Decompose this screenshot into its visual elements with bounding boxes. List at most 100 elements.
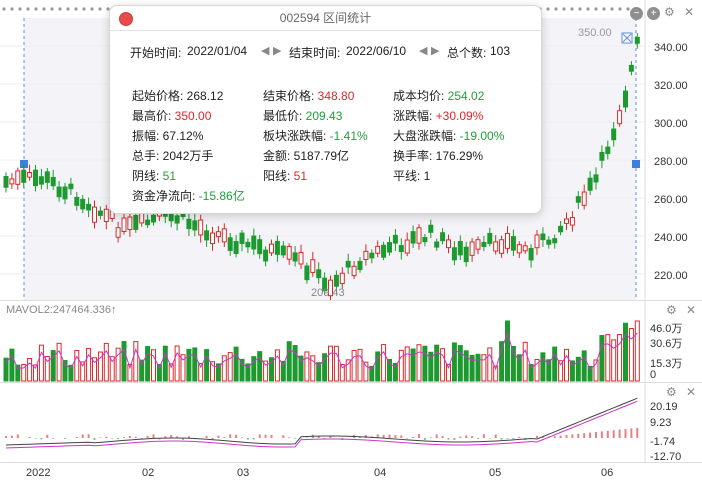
next-arrow-icon[interactable]: ▶: [273, 44, 281, 57]
marker-dot: [618, 7, 622, 11]
candle: [605, 146, 611, 155]
price-tick: 280.00: [654, 156, 688, 168]
macd-bar: [211, 438, 214, 440]
volume-bar: [540, 352, 546, 382]
close-icon[interactable]: [119, 12, 133, 26]
candle: [151, 214, 156, 223]
start-time-value[interactable]: 2022/01/04: [187, 44, 247, 58]
macd-bar: [500, 438, 503, 440]
macd-bar: [459, 436, 462, 438]
macd-bar: [630, 428, 633, 438]
marker-dot: [74, 7, 78, 11]
macd-bar: [105, 436, 108, 438]
next-arrow-icon[interactable]: ▶: [431, 44, 439, 57]
macd-bar: [494, 434, 497, 438]
price-tick: 260.00: [654, 194, 688, 206]
stat-label: 涨跌幅:: [393, 109, 433, 123]
marker-dot: [34, 7, 38, 11]
marker-dot: [18, 7, 22, 11]
prev-arrow-icon[interactable]: ◀: [261, 44, 269, 57]
candle: [440, 232, 446, 242]
macd-bar: [52, 438, 55, 439]
candle: [115, 227, 121, 238]
volume-bar: [333, 345, 339, 382]
candle: [416, 227, 422, 244]
macd-bar: [488, 438, 491, 439]
gear-icon[interactable]: ⚙: [666, 303, 677, 317]
stat-item: 阴线: 51: [132, 167, 176, 184]
macd-bar: [264, 434, 267, 438]
stat-item: 阳线: 51: [263, 167, 307, 184]
macd-bar: [441, 436, 444, 438]
volume-bar: [328, 345, 333, 382]
gear-icon[interactable]: ⚙: [664, 5, 675, 19]
stat-value: -19.00%: [456, 129, 505, 143]
close-icon[interactable]: ✕: [686, 303, 696, 317]
macd-bar: [541, 437, 544, 438]
add-icon[interactable]: +: [647, 7, 660, 20]
macd-pane[interactable]: ⚙ ✕ 20.19 9.23 -1.74 -12.70: [0, 382, 702, 463]
marker-dot: [554, 7, 558, 11]
stat-value: 348.80: [314, 89, 355, 103]
volume-bar: [210, 361, 215, 382]
volume-bar: [499, 341, 505, 382]
candle: [286, 245, 292, 260]
marker-dot: [594, 7, 598, 11]
volume-bar: [611, 339, 617, 382]
time-tick: 03: [237, 467, 250, 479]
macd-bar: [64, 438, 66, 439]
stat-item: 换手率: 176.29%: [393, 147, 483, 164]
stat-value: 209.43: [302, 109, 343, 123]
volume-bar: [233, 346, 239, 382]
macd-bar: [636, 427, 639, 438]
macd-bar: [134, 436, 137, 438]
time-tick: 2022: [26, 467, 51, 479]
candle: [369, 252, 375, 259]
macd-bar: [229, 434, 232, 438]
candle: [62, 186, 68, 200]
minimize-icon[interactable]: −: [630, 7, 643, 20]
candle: [233, 241, 239, 254]
volume-bar: [86, 347, 92, 382]
macd-bar: [10, 435, 13, 438]
macd-bar: [595, 432, 597, 438]
volume-indicator-label: MAVOL2:247464.336↑: [6, 304, 117, 316]
volume-bar: [174, 345, 180, 382]
macd-bar: [559, 435, 562, 438]
marker-dot: [10, 7, 14, 11]
macd-bar: [146, 436, 149, 438]
interval-statistics-dialog: 002594 区间统计 开始时间: 2022/01/04 ◀ ▶ 结束时间: 2…: [109, 5, 542, 214]
range-handle[interactable]: [632, 160, 640, 168]
volume-bar: [274, 349, 280, 382]
stat-label: 平线:: [393, 169, 421, 183]
macd-bar: [447, 438, 450, 440]
macd-bar: [5, 435, 7, 438]
macd-bar: [388, 434, 391, 438]
macd-bar: [223, 437, 226, 438]
candle: [505, 232, 510, 249]
macd-bar: [111, 438, 114, 439]
gear-icon[interactable]: ⚙: [666, 385, 677, 399]
close-icon[interactable]: ✕: [684, 5, 694, 19]
stat-label: 结束价格:: [263, 89, 315, 103]
stat-item: 成本均价: 254.02: [393, 87, 484, 104]
macd-bar: [152, 434, 155, 438]
volume-bar: [74, 349, 80, 382]
candle: [599, 151, 605, 161]
macd-bar: [518, 436, 521, 438]
end-time-value[interactable]: 2022/06/10: [346, 44, 406, 58]
close-icon[interactable]: ✕: [686, 385, 696, 399]
candle: [516, 244, 522, 254]
volume-pane[interactable]: MAVOL2:247464.336↑ ⚙ ✕ 46.0万 30.6万 15.3万…: [0, 300, 702, 383]
prev-arrow-icon[interactable]: ◀: [419, 44, 427, 57]
macd-bar: [288, 437, 291, 438]
candle: [446, 239, 451, 249]
volume-bar: [634, 320, 640, 382]
macd-bar: [252, 438, 255, 440]
marker-dot: [610, 7, 614, 11]
candle: [581, 191, 587, 206]
candle: [145, 219, 151, 226]
candle: [56, 186, 62, 198]
candle: [469, 241, 475, 256]
candle: [387, 242, 392, 253]
